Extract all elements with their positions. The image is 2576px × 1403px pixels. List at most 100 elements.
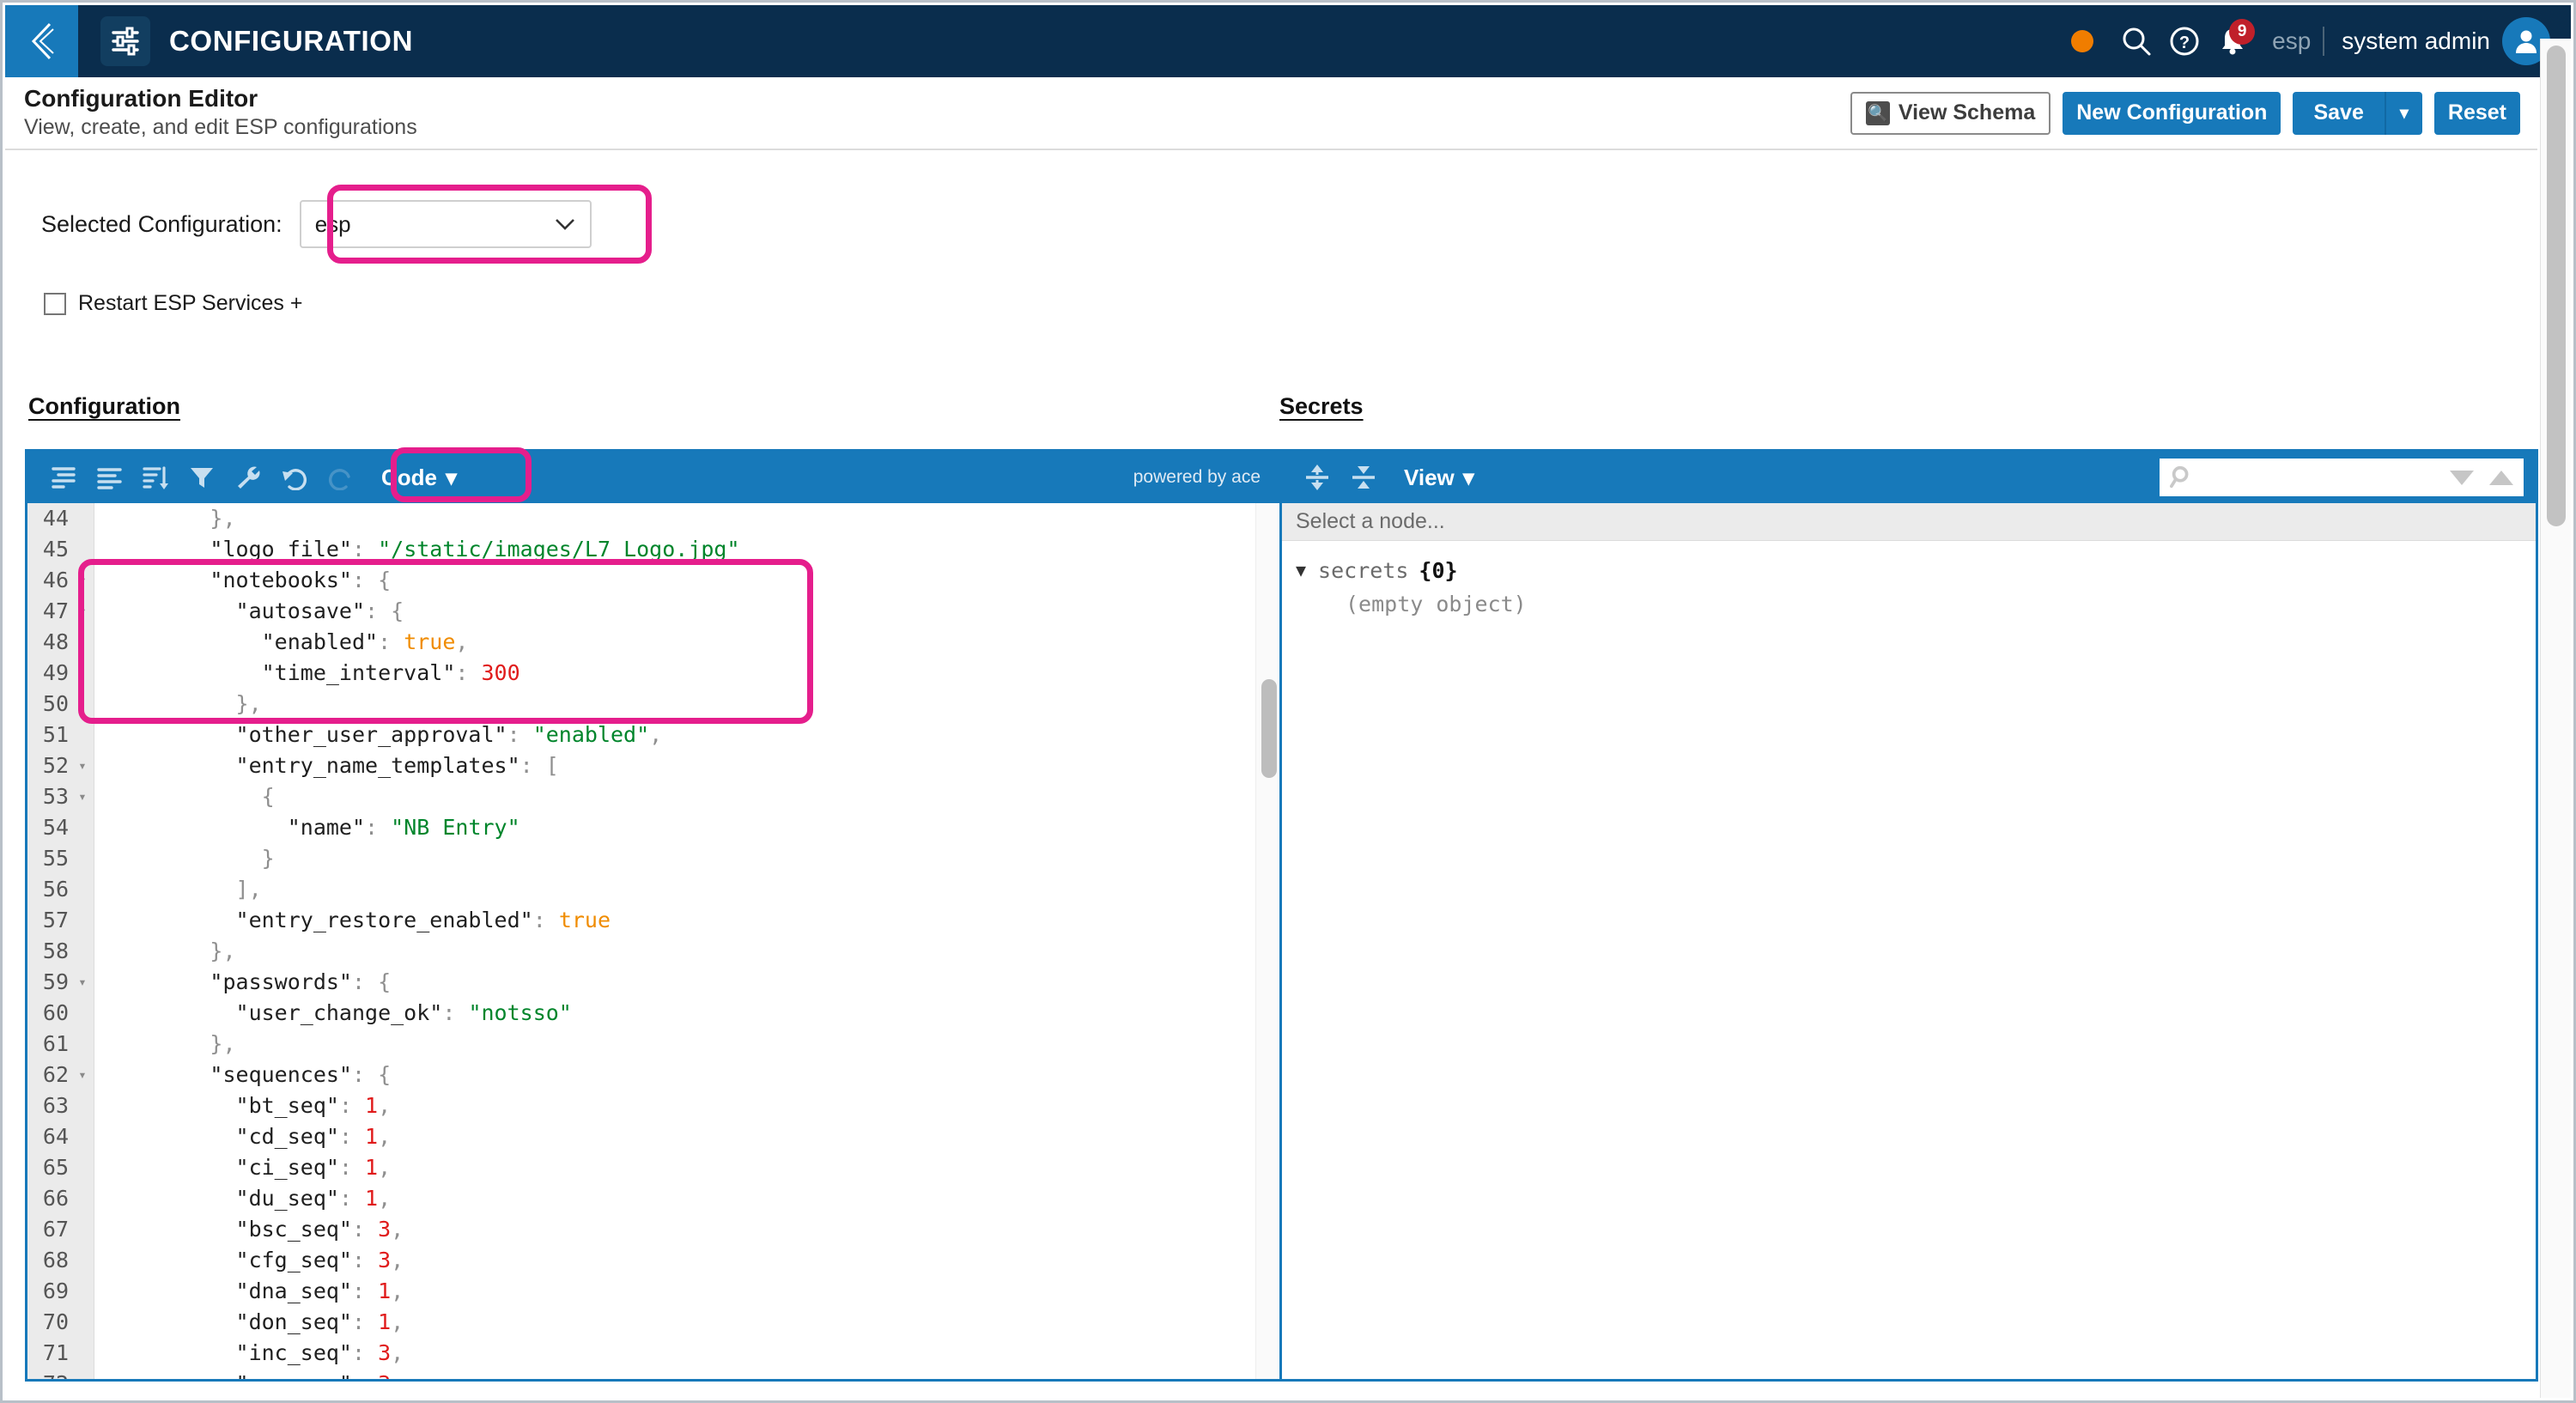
code-text: "mac_seq": 3, bbox=[106, 1369, 404, 1379]
back-button[interactable] bbox=[5, 5, 78, 77]
page-header: Configuration Editor View, create, and e… bbox=[5, 77, 2537, 150]
secrets-search-input[interactable] bbox=[2202, 466, 2450, 489]
tenant-label: esp bbox=[2272, 27, 2312, 54]
view-schema-button[interactable]: 🔍 View Schema bbox=[1850, 91, 2051, 135]
search-icon[interactable] bbox=[2112, 17, 2160, 65]
top-app-bar: CONFIGURATION ? 9 esp system admin bbox=[5, 5, 2571, 77]
fold-toggle-icon[interactable]: ▾ bbox=[76, 1060, 89, 1090]
line-number: 66 bbox=[42, 1186, 69, 1211]
code-line[interactable]: 59 ▾ "passwords": { bbox=[27, 967, 1281, 998]
code-line[interactable]: 51 "other_user_approval": "enabled", bbox=[27, 720, 1281, 750]
code-line[interactable]: 66 "du_seq": 1, bbox=[27, 1183, 1281, 1214]
code-line[interactable]: 63 "bt_seq": 1, bbox=[27, 1090, 1281, 1121]
code-line[interactable]: 55 } bbox=[27, 843, 1281, 874]
collapse-all-icon[interactable] bbox=[1340, 455, 1387, 500]
app-bar-actions: ? 9 esp system admin bbox=[2071, 5, 2571, 77]
code-line[interactable]: 45 "logo_file": "/static/images/L7_Logo.… bbox=[27, 534, 1281, 565]
code-text: } bbox=[106, 846, 275, 871]
format-indent-icon[interactable] bbox=[39, 455, 86, 500]
code-line[interactable]: 61 }, bbox=[27, 1029, 1281, 1060]
code-line[interactable]: 60 "user_change_ok": "notsso" bbox=[27, 998, 1281, 1029]
code-text: }, bbox=[106, 506, 236, 531]
code-text: "autosave": { bbox=[106, 598, 404, 623]
save-dropdown-caret[interactable]: ▾ bbox=[2385, 91, 2422, 135]
wrench-icon[interactable] bbox=[225, 455, 271, 500]
configuration-select[interactable]: esp bbox=[299, 200, 592, 248]
expand-all-icon[interactable] bbox=[1294, 455, 1340, 500]
triangle-down-icon[interactable] bbox=[2450, 470, 2474, 485]
secrets-search-box[interactable] bbox=[2160, 459, 2524, 496]
ace-credit-label: powered by ace bbox=[1133, 467, 1261, 487]
code-line[interactable]: 56 ], bbox=[27, 874, 1281, 905]
app-window: CONFIGURATION ? 9 esp system admin Confi… bbox=[0, 0, 2576, 1403]
line-number: 52 bbox=[42, 753, 69, 778]
code-line[interactable]: 71 "inc_seq": 3, bbox=[27, 1338, 1281, 1369]
code-line[interactable]: 65 "ci_seq": 1, bbox=[27, 1152, 1281, 1183]
code-line[interactable]: 64 "cd_seq": 1, bbox=[27, 1121, 1281, 1152]
restart-services-checkbox[interactable] bbox=[44, 292, 66, 315]
caret-down-icon[interactable]: ▼ bbox=[1296, 560, 1306, 580]
page-scrollbar[interactable] bbox=[2540, 39, 2571, 1398]
filter-icon[interactable] bbox=[179, 455, 225, 500]
code-line[interactable]: 57 "entry_restore_enabled": true bbox=[27, 905, 1281, 936]
line-number: 64 bbox=[42, 1124, 69, 1149]
tree-node-count: {0} bbox=[1419, 557, 1458, 583]
view-dropdown[interactable]: View ▾ bbox=[1387, 455, 1492, 500]
code-text: }, bbox=[106, 691, 262, 716]
editor-scrollbar-thumb[interactable] bbox=[1261, 679, 1277, 778]
code-line[interactable]: 54 "name": "NB Entry" bbox=[27, 812, 1281, 843]
help-circle-icon[interactable]: ? bbox=[2160, 17, 2208, 65]
tree-node-label: secrets bbox=[1318, 557, 1409, 583]
code-line[interactable]: 52 ▾ "entry_name_templates": [ bbox=[27, 750, 1281, 781]
fold-toggle-icon[interactable]: ▾ bbox=[76, 781, 89, 812]
page-scrollbar-thumb[interactable] bbox=[2547, 46, 2566, 526]
line-number: 44 bbox=[42, 506, 69, 531]
code-text: "passwords": { bbox=[106, 969, 392, 994]
fold-toggle-icon[interactable]: ▾ bbox=[76, 596, 89, 627]
code-mode-dropdown[interactable]: Code ▾ bbox=[364, 455, 474, 500]
triangle-up-icon[interactable] bbox=[2489, 470, 2513, 485]
fold-toggle-icon[interactable]: ▾ bbox=[76, 565, 89, 596]
code-line[interactable]: 49 "time_interval": 300 bbox=[27, 658, 1281, 689]
code-line[interactable]: 67 "bsc_seq": 3, bbox=[27, 1214, 1281, 1245]
schema-search-icon: 🔍 bbox=[1865, 100, 1890, 125]
code-line[interactable]: 48 "enabled": true, bbox=[27, 627, 1281, 658]
line-number: 67 bbox=[42, 1217, 69, 1242]
code-line[interactable]: 50 }, bbox=[27, 689, 1281, 720]
code-line[interactable]: 47 ▾ "autosave": { bbox=[27, 596, 1281, 627]
line-number: 72 bbox=[27, 1369, 69, 1379]
code-line[interactable]: 68 "cfg_seq": 3, bbox=[27, 1245, 1281, 1276]
line-number: 53 bbox=[42, 784, 69, 809]
line-number: 50 bbox=[42, 691, 69, 716]
code-line[interactable]: 69 "dna_seq": 1, bbox=[27, 1276, 1281, 1307]
view-schema-label: View Schema bbox=[1898, 100, 2036, 125]
code-editor[interactable]: 44 }, 45 "logo_file": "/static/images/L7_… bbox=[27, 503, 1281, 1379]
code-line[interactable]: 62 ▾ "sequences": { bbox=[27, 1060, 1281, 1090]
code-line[interactable]: 53 ▾ { bbox=[27, 781, 1281, 812]
code-text: "time_interval": 300 bbox=[106, 660, 520, 685]
editor-scrollbar[interactable] bbox=[1255, 503, 1281, 1379]
tree-node-secrets[interactable]: ▼ secrets {0} bbox=[1296, 553, 2536, 587]
code-line[interactable]: 72 "mac_seq": 3, bbox=[27, 1369, 1281, 1379]
fold-toggle-icon[interactable]: ▾ bbox=[76, 967, 89, 998]
header-actions: 🔍 View Schema New Configuration Save ▾ R… bbox=[1850, 91, 2537, 135]
secrets-panel: View ▾ Select a node... ▼ secrets {0} (e… bbox=[1279, 449, 2538, 1382]
reset-button[interactable]: Reset bbox=[2433, 91, 2520, 135]
chevron-down-icon: ▾ bbox=[1462, 464, 1474, 490]
code-line[interactable]: 44 }, bbox=[27, 503, 1281, 534]
secrets-toolbar: View ▾ bbox=[1282, 452, 2536, 503]
bell-icon[interactable]: 9 bbox=[2208, 17, 2257, 65]
code-line[interactable]: 58 }, bbox=[27, 936, 1281, 967]
appbar-divider bbox=[2323, 27, 2325, 56]
line-number: 57 bbox=[42, 908, 69, 932]
format-compact-icon[interactable] bbox=[86, 455, 132, 500]
new-configuration-button[interactable]: New Configuration bbox=[2063, 91, 2281, 135]
save-button[interactable]: Save bbox=[2293, 91, 2385, 135]
code-line[interactable]: 46 ▾ "notebooks": { bbox=[27, 565, 1281, 596]
sort-icon[interactable] bbox=[132, 455, 179, 500]
code-line[interactable]: 70 "don_seq": 1, bbox=[27, 1307, 1281, 1338]
alert-status-dot[interactable] bbox=[2071, 30, 2094, 52]
fold-toggle-icon[interactable]: ▾ bbox=[76, 750, 89, 781]
undo-icon[interactable] bbox=[271, 455, 318, 500]
view-dropdown-label: View bbox=[1404, 464, 1455, 490]
